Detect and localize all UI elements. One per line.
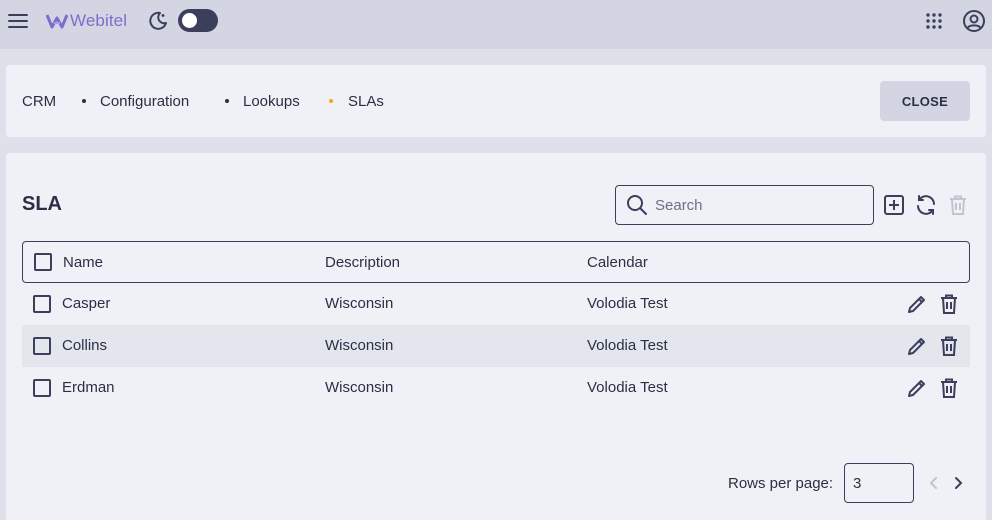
page-title: SLA (22, 193, 62, 215)
column-header-description[interactable]: Description (325, 254, 400, 271)
cell-calendar: Volodia Test (587, 337, 668, 354)
select-all-checkbox[interactable] (34, 253, 52, 271)
rows-per-page-label: Rows per page: (728, 475, 834, 492)
column-header-name[interactable]: Name (63, 254, 103, 271)
refresh-icon[interactable] (914, 193, 938, 217)
add-icon[interactable] (882, 193, 906, 217)
delete-icon[interactable] (937, 376, 961, 400)
cell-description: Wisconsin (325, 379, 394, 396)
search-input[interactable] (655, 196, 855, 214)
search-icon (625, 193, 649, 217)
webitel-logo-icon (46, 12, 68, 30)
breadcrumb-item-crm[interactable]: CRM (22, 93, 56, 110)
edit-icon[interactable] (905, 292, 929, 316)
table-row[interactable]: Collins Wisconsin Volodia Test (22, 325, 970, 367)
cell-name: Erdman (62, 379, 115, 396)
app-logo[interactable]: Webitel (46, 8, 127, 34)
cell-description: Wisconsin (325, 337, 394, 354)
table-header: Name Description Calendar (22, 241, 970, 283)
cell-name: Collins (62, 337, 108, 354)
row-checkbox[interactable] (33, 337, 51, 355)
chevron-right-icon[interactable] (946, 471, 970, 495)
edit-icon[interactable] (905, 376, 929, 400)
account-icon[interactable] (962, 9, 986, 33)
delete-all-icon (946, 193, 970, 217)
app-name: Webitel (70, 11, 128, 30)
breadcrumb-separator (82, 99, 86, 103)
dark-mode-toggle[interactable] (178, 9, 218, 32)
cell-description: Wisconsin (325, 295, 394, 312)
edit-icon[interactable] (905, 334, 929, 358)
delete-icon[interactable] (937, 334, 961, 358)
moon-icon (146, 9, 170, 33)
row-checkbox[interactable] (33, 295, 51, 313)
breadcrumb-item-configuration[interactable]: Configuration (100, 93, 189, 110)
delete-icon[interactable] (937, 292, 961, 316)
cell-name: Casper (62, 295, 111, 312)
table-row[interactable]: Casper Wisconsin Volodia Test (22, 283, 970, 325)
breadcrumb-separator-active (329, 99, 333, 103)
search-box[interactable] (615, 185, 874, 225)
close-button[interactable]: CLOSE (880, 81, 970, 121)
sla-panel: SLA Name Description Calendar Casper Wis… (6, 153, 986, 520)
rows-per-page-input[interactable] (844, 463, 914, 503)
toggle-knob (182, 13, 197, 28)
breadcrumb-item-slas: SLAs (348, 93, 384, 110)
apps-grid-icon[interactable] (922, 9, 946, 33)
breadcrumb-separator (225, 99, 229, 103)
breadcrumb: CRM Configuration Lookups SLAs CLOSE (6, 65, 986, 137)
table-row[interactable]: Erdman Wisconsin Volodia Test (22, 367, 970, 409)
top-bar: Webitel (0, 0, 992, 49)
cell-calendar: Volodia Test (587, 295, 668, 312)
chevron-left-icon (922, 471, 946, 495)
cell-calendar: Volodia Test (587, 379, 668, 396)
column-header-calendar[interactable]: Calendar (587, 254, 648, 271)
breadcrumb-item-lookups[interactable]: Lookups (243, 93, 300, 110)
menu-icon[interactable] (6, 9, 30, 33)
row-checkbox[interactable] (33, 379, 51, 397)
